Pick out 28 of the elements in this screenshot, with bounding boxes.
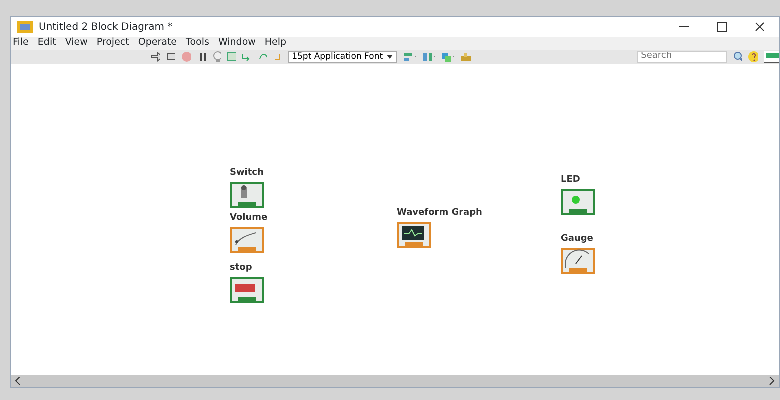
terminal-label: LED <box>561 174 582 187</box>
menu-item[interactable]: Tools <box>186 36 210 51</box>
menu-item[interactable]: File <box>13 36 29 51</box>
help-icon[interactable] <box>748 51 758 63</box>
run-arrow-icon[interactable] <box>151 51 160 63</box>
app-icon <box>17 21 33 33</box>
terminal-icon[interactable] <box>230 182 264 208</box>
caret-icon <box>387 55 394 59</box>
menu-item[interactable]: Project <box>96 36 130 51</box>
terminal-label: Waveform Graph <box>397 207 482 220</box>
menu-item[interactable]: View <box>65 36 88 51</box>
vi-icon[interactable] <box>764 51 779 63</box>
search-icon[interactable] <box>733 51 742 63</box>
terminal-icon[interactable] <box>397 222 431 248</box>
step-into-icon[interactable] <box>242 51 252 63</box>
menu-item[interactable]: Window <box>218 36 256 51</box>
menu-item[interactable]: Help <box>264 36 287 51</box>
scroll-left-icon[interactable] <box>15 377 21 385</box>
menu-item[interactable]: Operate <box>138 36 178 51</box>
window-title: Untitled 2 Block Diagram * <box>39 20 173 34</box>
menu-item[interactable]: Edit <box>38 36 56 51</box>
font-dropdown[interactable]: 15pt Application Font <box>288 51 398 63</box>
terminal-label: Volume <box>230 212 268 225</box>
terminal-label: stop <box>230 262 254 275</box>
scroll-right-icon[interactable] <box>769 377 775 385</box>
terminal-label: Switch <box>230 167 264 180</box>
bulb-icon[interactable] <box>212 51 222 63</box>
terminal-label: Gauge <box>561 233 594 246</box>
